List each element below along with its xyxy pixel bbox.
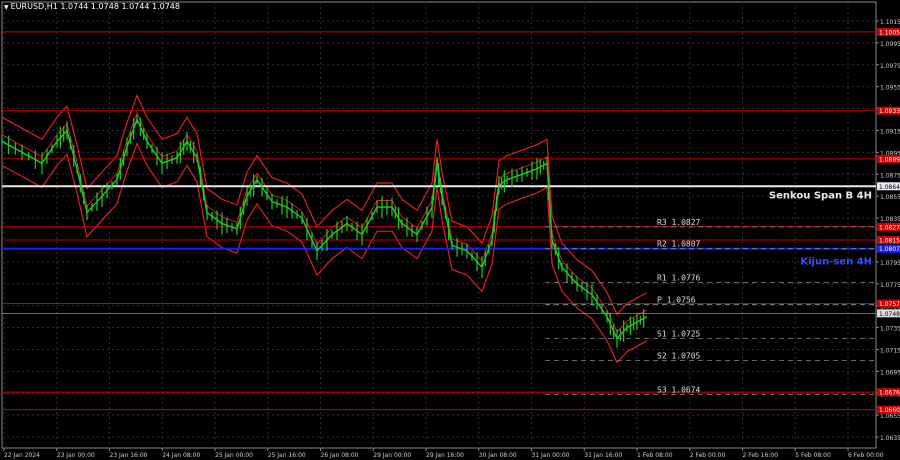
level-price-label: 1.0676: [879, 390, 900, 397]
pivot-label: R2 1.0807: [657, 240, 701, 249]
plot-frame: [1, 1, 877, 449]
pivot-label: R3 1.0827: [657, 218, 701, 227]
x-tick-label: 31 Jan 00:00: [532, 452, 570, 459]
chart-window: 1.10151.09951.09751.09551.09351.09151.08…: [0, 0, 900, 460]
y-tick-label: 1.0715: [880, 347, 900, 354]
y-tick-label: 1.0955: [880, 85, 900, 92]
symbol-header: ▼ EURUSD,H1 1.0744 1.0748 1.0744 1.0748: [4, 2, 180, 11]
y-tick-label: 1.0835: [880, 216, 900, 223]
y-tick-label: 1.0875: [880, 172, 900, 179]
x-tick-label: 5 Feb 08:00: [795, 452, 831, 459]
x-tick-label: 26 Jan 08:00: [321, 452, 359, 459]
x-tick-label: 23 Jan 16:00: [110, 452, 148, 459]
level-price-label: 1.0807: [879, 246, 900, 253]
y-tick-label: 1.0695: [880, 369, 900, 376]
y-tick-label: 1.0655: [880, 413, 900, 420]
current-price-label: 1.0748: [879, 311, 900, 318]
level-name-label: Senkou Span B 4H: [769, 190, 872, 201]
pivot-label: P 1.0756: [657, 296, 696, 305]
y-tick-label: 1.0915: [880, 128, 900, 135]
price-chart[interactable]: 1.10151.09951.09751.09551.09351.09151.08…: [0, 0, 900, 460]
y-tick-label: 1.0775: [880, 282, 900, 289]
level-name-label: Kijun-sen 4H: [800, 257, 872, 268]
dropdown-triangle-icon[interactable]: ▼: [4, 4, 9, 11]
level-price-label: 1.0889: [879, 156, 900, 163]
x-tick-label: 25 Jan 00:00: [215, 452, 253, 459]
y-tick-label: 1.0975: [880, 63, 900, 70]
pivot-label: S2 1.0705: [657, 351, 701, 360]
level-price-label: 1.0757: [879, 301, 900, 308]
y-tick-label: 1.0995: [880, 41, 900, 48]
level-price-label: 1.0933: [879, 108, 900, 115]
x-tick-label: 22 Jan 2024: [4, 452, 40, 459]
x-tick-label: 6 Feb 00:00: [848, 452, 884, 459]
y-tick-label: 1.0635: [880, 435, 900, 442]
x-tick-label: 29 Jan 00:00: [373, 452, 411, 459]
x-tick-label: 29 Jan 16:00: [426, 452, 464, 459]
x-tick-label: 24 Jan 08:00: [162, 452, 200, 459]
y-tick-label: 1.1015: [880, 19, 900, 26]
level-price-label: 1.0827: [879, 224, 900, 231]
level-price-label: 1.0660: [879, 407, 900, 414]
x-tick-label: 2 Feb 00:00: [690, 452, 726, 459]
pivot-label: S1 1.0725: [657, 330, 701, 339]
y-tick-label: 1.0855: [880, 194, 900, 201]
symbol-line: EURUSD,H1 1.0744 1.0748 1.0744 1.0748: [10, 2, 180, 11]
x-tick-label: 30 Jan 08:00: [479, 452, 517, 459]
pivot-label: R1 1.0776: [657, 274, 701, 283]
y-tick-label: 1.0735: [880, 326, 900, 333]
x-tick-label: 2 Feb 16:00: [743, 452, 779, 459]
level-price-label: 1.0864: [879, 184, 900, 191]
y-tick-label: 1.0795: [880, 260, 900, 267]
x-tick-label: 31 Jan 16:00: [584, 452, 622, 459]
x-tick-label: 23 Jan 00:00: [57, 452, 95, 459]
pivot-label: S3 1.0674: [657, 385, 701, 394]
x-tick-label: 25 Jan 16:00: [268, 452, 306, 459]
level-price-label: 1.1005: [879, 29, 900, 36]
x-tick-label: 1 Feb 08:00: [637, 452, 673, 459]
level-price-label: 1.0815: [879, 237, 900, 244]
